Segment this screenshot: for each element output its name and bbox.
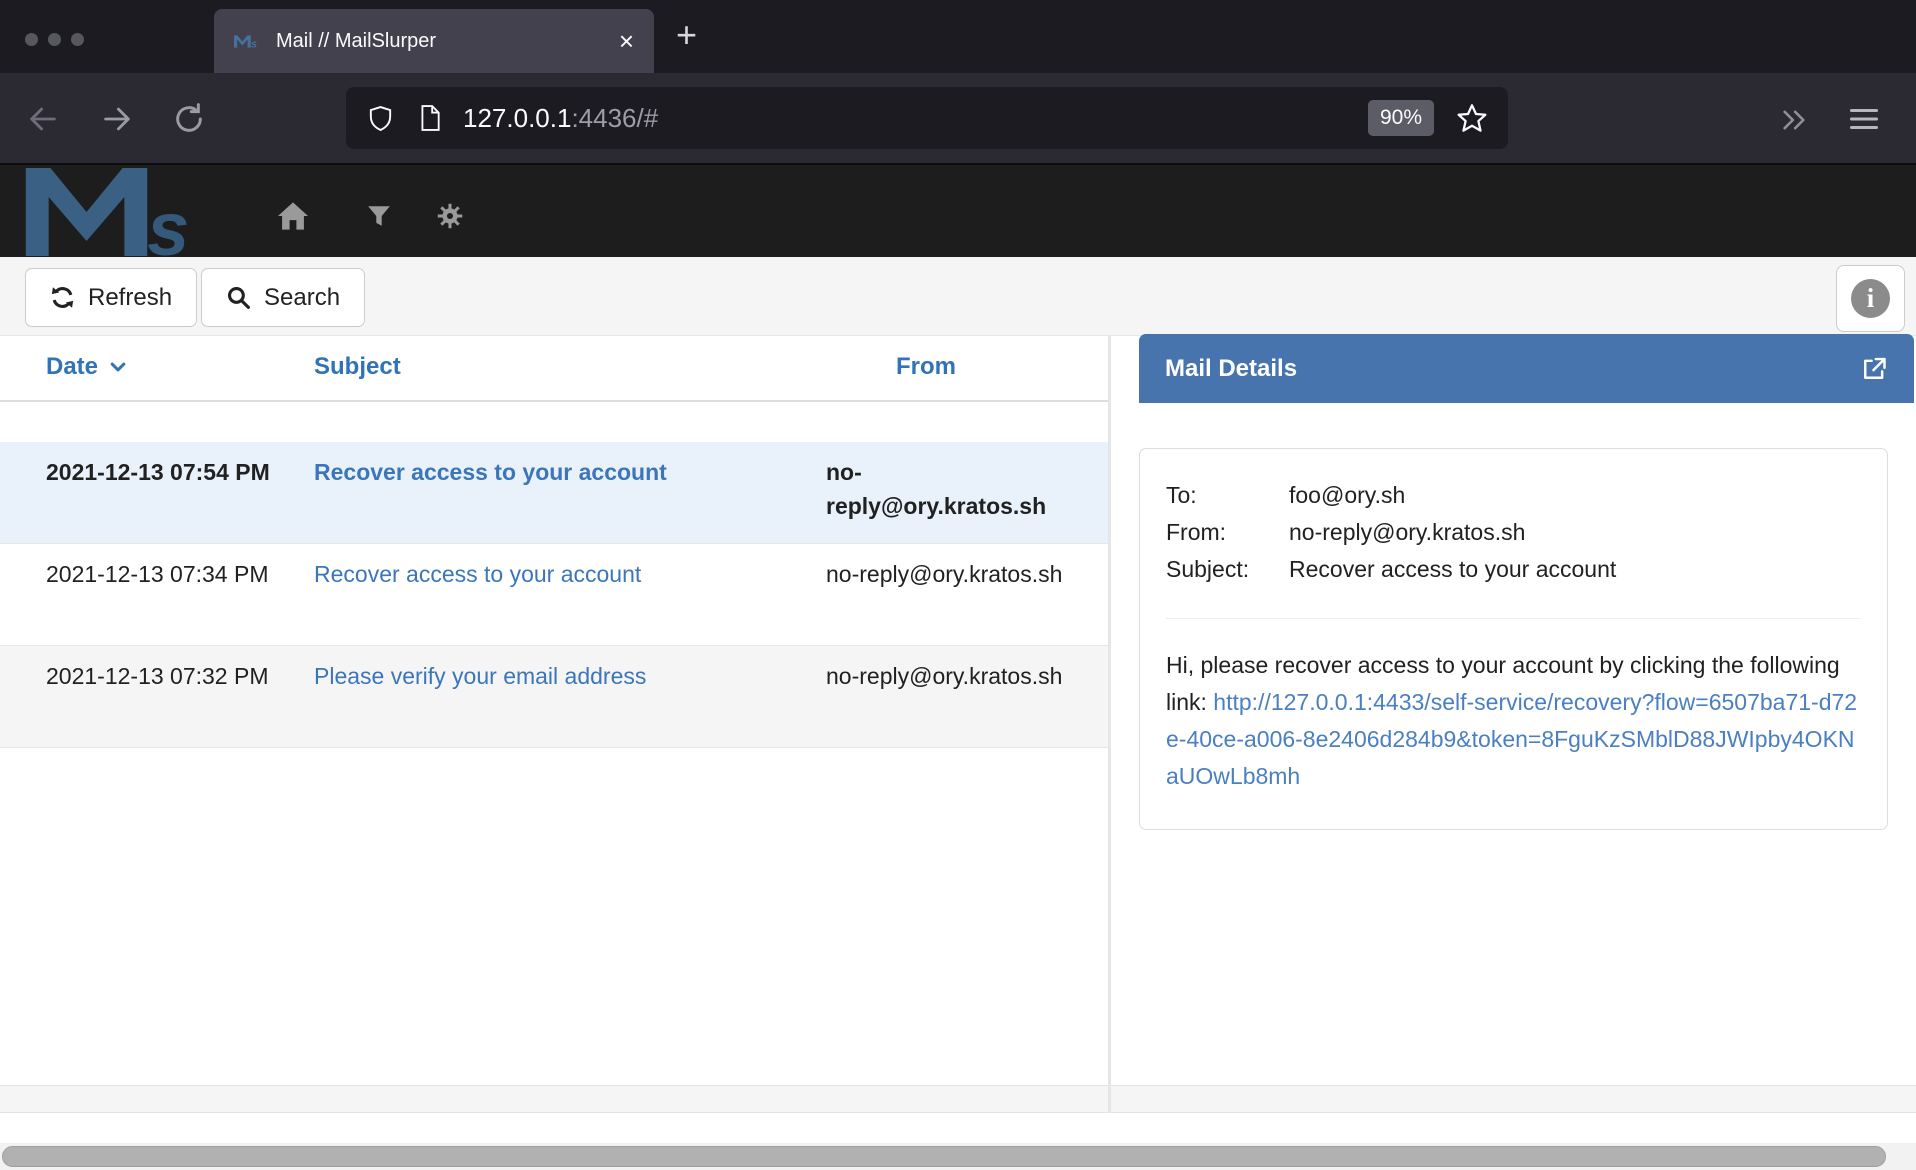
info-icon: i bbox=[1851, 279, 1890, 318]
mail-subject-link[interactable]: Recover access to your account bbox=[314, 459, 667, 485]
tab-favicon: s bbox=[234, 34, 262, 49]
mail-row-date: 2021-12-13 07:54 PM bbox=[46, 455, 276, 489]
external-link-icon[interactable] bbox=[1860, 355, 1888, 383]
mail-subject-link[interactable]: Recover access to your account bbox=[314, 561, 641, 587]
browser-tab-bar: s Mail // MailSlurper × + bbox=[0, 0, 1916, 73]
bookmark-star-icon[interactable] bbox=[1456, 102, 1488, 134]
detail-field-value: no-reply@ory.kratos.sh bbox=[1289, 514, 1525, 551]
chevron-down-icon bbox=[107, 357, 129, 377]
mail-row-from: no-reply@ory.kratos.sh bbox=[826, 659, 1066, 693]
details-divider bbox=[1166, 618, 1861, 619]
reload-icon[interactable] bbox=[172, 102, 206, 141]
mail-row-subject[interactable]: Recover access to your account bbox=[314, 557, 823, 591]
zoom-level-badge[interactable]: 90% bbox=[1368, 100, 1434, 136]
detail-field-subject: Subject: Recover access to your account bbox=[1166, 551, 1861, 588]
detail-field-label: To: bbox=[1166, 477, 1289, 514]
detail-field-label: Subject: bbox=[1166, 551, 1289, 588]
refresh-button[interactable]: Refresh bbox=[25, 268, 197, 327]
url-bar[interactable]: 127.0.0.1:4436/# 90% bbox=[346, 87, 1508, 149]
app-toolbar: Refresh Search i bbox=[0, 257, 1916, 336]
window-controls[interactable] bbox=[25, 33, 84, 46]
mail-body: Hi, please recover access to your accoun… bbox=[1166, 647, 1861, 795]
tab-mailslurper[interactable]: s Mail // MailSlurper × bbox=[214, 9, 654, 73]
search-button-label: Search bbox=[264, 284, 340, 312]
detail-field-from: From: no-reply@ory.kratos.sh bbox=[1166, 514, 1861, 551]
mailslurper-logo[interactable]: s bbox=[22, 168, 232, 261]
search-button[interactable]: Search bbox=[201, 268, 365, 327]
panel-divider bbox=[1108, 336, 1111, 1113]
mail-row[interactable]: 2021-12-13 07:34 PM Recover access to yo… bbox=[0, 544, 1108, 646]
tab-title: Mail // MailSlurper bbox=[276, 30, 605, 53]
browser-navbar: 127.0.0.1:4436/# 90% bbox=[0, 73, 1916, 163]
tab-close-button[interactable]: × bbox=[619, 28, 634, 54]
refresh-icon bbox=[50, 285, 75, 310]
detail-field-to: To: foo@ory.sh bbox=[1166, 477, 1861, 514]
window-control-dot[interactable] bbox=[71, 33, 84, 46]
app-header: s bbox=[0, 163, 1916, 257]
mail-details-panel: Mail Details To: foo@ory.sh From: no-rep… bbox=[1111, 336, 1916, 1085]
page-info-icon[interactable] bbox=[417, 103, 443, 133]
mail-list-body: 2021-12-13 07:54 PM Recover access to yo… bbox=[0, 402, 1108, 748]
shield-icon[interactable] bbox=[366, 104, 395, 133]
mail-row-date: 2021-12-13 07:32 PM bbox=[46, 659, 276, 693]
url-text[interactable]: 127.0.0.1:4436/# bbox=[463, 103, 658, 134]
mail-row-subject[interactable]: Please verify your email address bbox=[314, 659, 823, 693]
column-header-date[interactable]: Date bbox=[46, 353, 129, 381]
mail-subject-link[interactable]: Please verify your email address bbox=[314, 663, 646, 689]
mail-details-title: Mail Details bbox=[1165, 355, 1297, 383]
home-icon[interactable] bbox=[276, 201, 310, 236]
url-path: :4436/# bbox=[571, 103, 658, 133]
new-tab-button[interactable]: + bbox=[676, 14, 697, 56]
column-header-from[interactable]: From bbox=[896, 353, 956, 381]
mail-row-subject[interactable]: Recover access to your account bbox=[314, 455, 823, 489]
window-control-dot[interactable] bbox=[48, 33, 61, 46]
browser-window: s Mail // MailSlurper × + 127.0.0.1:4436… bbox=[0, 0, 1916, 1170]
filter-icon[interactable] bbox=[366, 203, 392, 234]
svg-text:s: s bbox=[251, 38, 257, 49]
overflow-chevrons-icon[interactable] bbox=[1776, 106, 1812, 139]
mail-list-panel: Date Subject From 2021-12-13 07:54 PM Re… bbox=[0, 336, 1108, 1085]
mail-row-date: 2021-12-13 07:34 PM bbox=[46, 557, 276, 591]
menu-hamburger-icon[interactable] bbox=[1848, 105, 1880, 138]
mail-row-from: no-reply@ory.kratos.sh bbox=[826, 455, 1066, 523]
detail-field-label: From: bbox=[1166, 514, 1289, 551]
refresh-button-label: Refresh bbox=[88, 284, 172, 312]
recovery-link[interactable]: http://127.0.0.1:4433/self-service/recov… bbox=[1166, 689, 1857, 789]
detail-field-value: foo@ory.sh bbox=[1289, 477, 1405, 514]
footer-band bbox=[0, 1085, 1916, 1113]
column-header-subject[interactable]: Subject bbox=[314, 353, 401, 381]
mail-details-header: Mail Details bbox=[1139, 334, 1914, 403]
window-control-dot[interactable] bbox=[25, 33, 38, 46]
mail-row[interactable]: 2021-12-13 07:32 PM Please verify your e… bbox=[0, 646, 1108, 748]
info-button[interactable]: i bbox=[1836, 265, 1905, 332]
gear-icon[interactable] bbox=[436, 202, 464, 235]
mail-row-selected[interactable]: 2021-12-13 07:54 PM Recover access to yo… bbox=[0, 442, 1108, 544]
column-header-date-label: Date bbox=[46, 353, 98, 381]
url-host: 127.0.0.1 bbox=[463, 103, 571, 133]
detail-field-value: Recover access to your account bbox=[1289, 551, 1616, 588]
forward-icon[interactable] bbox=[100, 102, 134, 141]
mail-details-card: To: foo@ory.sh From: no-reply@ory.kratos… bbox=[1139, 448, 1888, 830]
main-content: Date Subject From 2021-12-13 07:54 PM Re… bbox=[0, 336, 1916, 1085]
mail-row-from: no-reply@ory.kratos.sh bbox=[826, 557, 1066, 591]
mail-list-header: Date Subject From bbox=[0, 336, 1108, 402]
svg-text:s: s bbox=[147, 187, 189, 256]
back-icon[interactable] bbox=[26, 102, 60, 141]
scrollbar-thumb[interactable] bbox=[2, 1146, 1886, 1167]
search-icon bbox=[226, 285, 251, 310]
horizontal-scrollbar[interactable] bbox=[0, 1143, 1916, 1170]
